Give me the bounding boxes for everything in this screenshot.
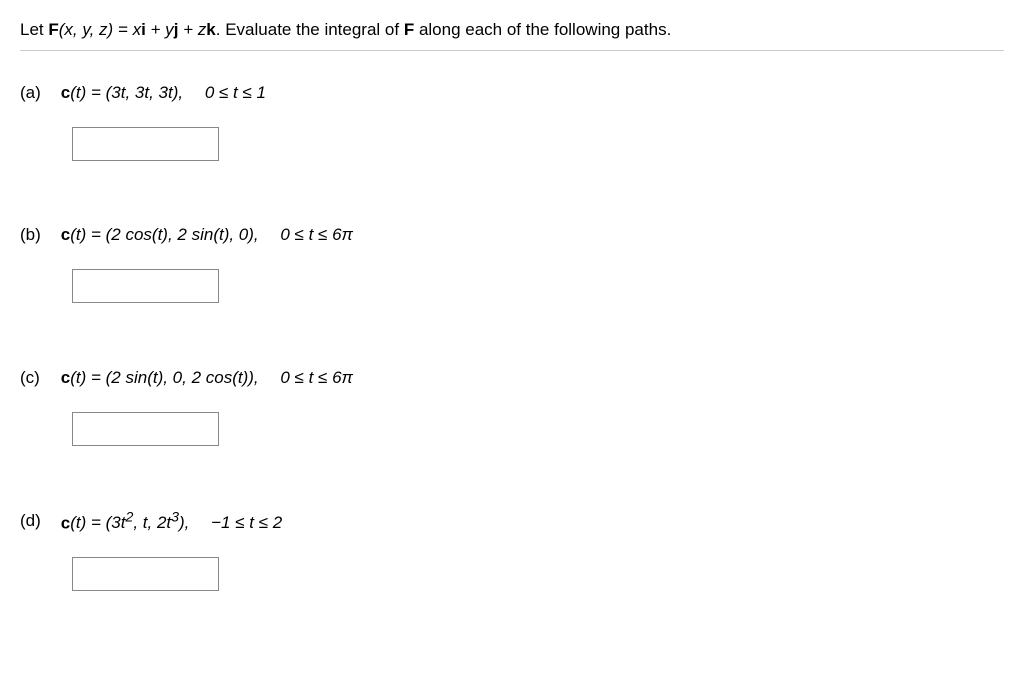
part-a-expr: (t) = (3t, 3t, 3t), 0 ≤ t ≤ 1 — [70, 83, 266, 102]
curve-c: c — [61, 225, 70, 244]
answer-input-b[interactable] — [72, 269, 219, 303]
answer-input-a[interactable] — [72, 127, 219, 161]
intro-args: (x, y, z) = x — [59, 20, 141, 39]
part-d-question: (d) c(t) = (3t2, t, 2t3), −1 ≤ t ≤ 2 — [20, 509, 1004, 535]
curve-c: c — [61, 83, 70, 102]
intro-post: . Evaluate the integral of — [216, 20, 404, 39]
answer-input-d[interactable] — [72, 557, 219, 591]
intro-plus1: + y — [146, 20, 174, 39]
part-b-label: (b) — [20, 223, 56, 247]
curve-c: c — [61, 368, 70, 387]
part-a: (a) c(t) = (3t, 3t, 3t), 0 ≤ t ≤ 1 — [20, 81, 1004, 168]
unit-k: k — [206, 20, 215, 39]
d-sup2: 3 — [171, 510, 179, 526]
part-b: (b) c(t) = (2 cos(t), 2 sin(t), 0), 0 ≤ … — [20, 223, 1004, 310]
answer-input-c[interactable] — [72, 412, 219, 446]
vector-F2: F — [404, 20, 414, 39]
part-b-question: (b) c(t) = (2 cos(t), 2 sin(t), 0), 0 ≤ … — [20, 223, 1004, 247]
curve-c: c — [61, 513, 70, 532]
part-c: (c) c(t) = (2 sin(t), 0, 2 cos(t)), 0 ≤ … — [20, 366, 1004, 453]
part-a-question: (a) c(t) = (3t, 3t, 3t), 0 ≤ t ≤ 1 — [20, 81, 1004, 105]
part-d-label: (d) — [20, 509, 56, 533]
part-d-expr: (t) = (3t2, t, 2t3), −1 ≤ t ≤ 2 — [70, 513, 282, 532]
d-t2: , t, 2t — [133, 513, 171, 532]
intro-tail: along each of the following paths. — [414, 20, 671, 39]
part-b-expr: (t) = (2 cos(t), 2 sin(t), 0), 0 ≤ t ≤ 6… — [70, 225, 353, 244]
d-t3: ), −1 ≤ t ≤ 2 — [179, 513, 282, 532]
part-c-question: (c) c(t) = (2 sin(t), 0, 2 cos(t)), 0 ≤ … — [20, 366, 1004, 390]
question-intro: Let F(x, y, z) = xi + yj + zk. Evaluate … — [20, 18, 1004, 51]
intro-text: Let — [20, 20, 48, 39]
part-c-expr: (t) = (2 sin(t), 0, 2 cos(t)), 0 ≤ t ≤ 6… — [70, 368, 353, 387]
vector-F: F — [48, 20, 58, 39]
part-a-label: (a) — [20, 81, 56, 105]
d-t1: (t) = (3t — [70, 513, 125, 532]
part-d: (d) c(t) = (3t2, t, 2t3), −1 ≤ t ≤ 2 — [20, 509, 1004, 598]
intro-plus2: + z — [178, 20, 206, 39]
part-c-label: (c) — [20, 366, 56, 390]
